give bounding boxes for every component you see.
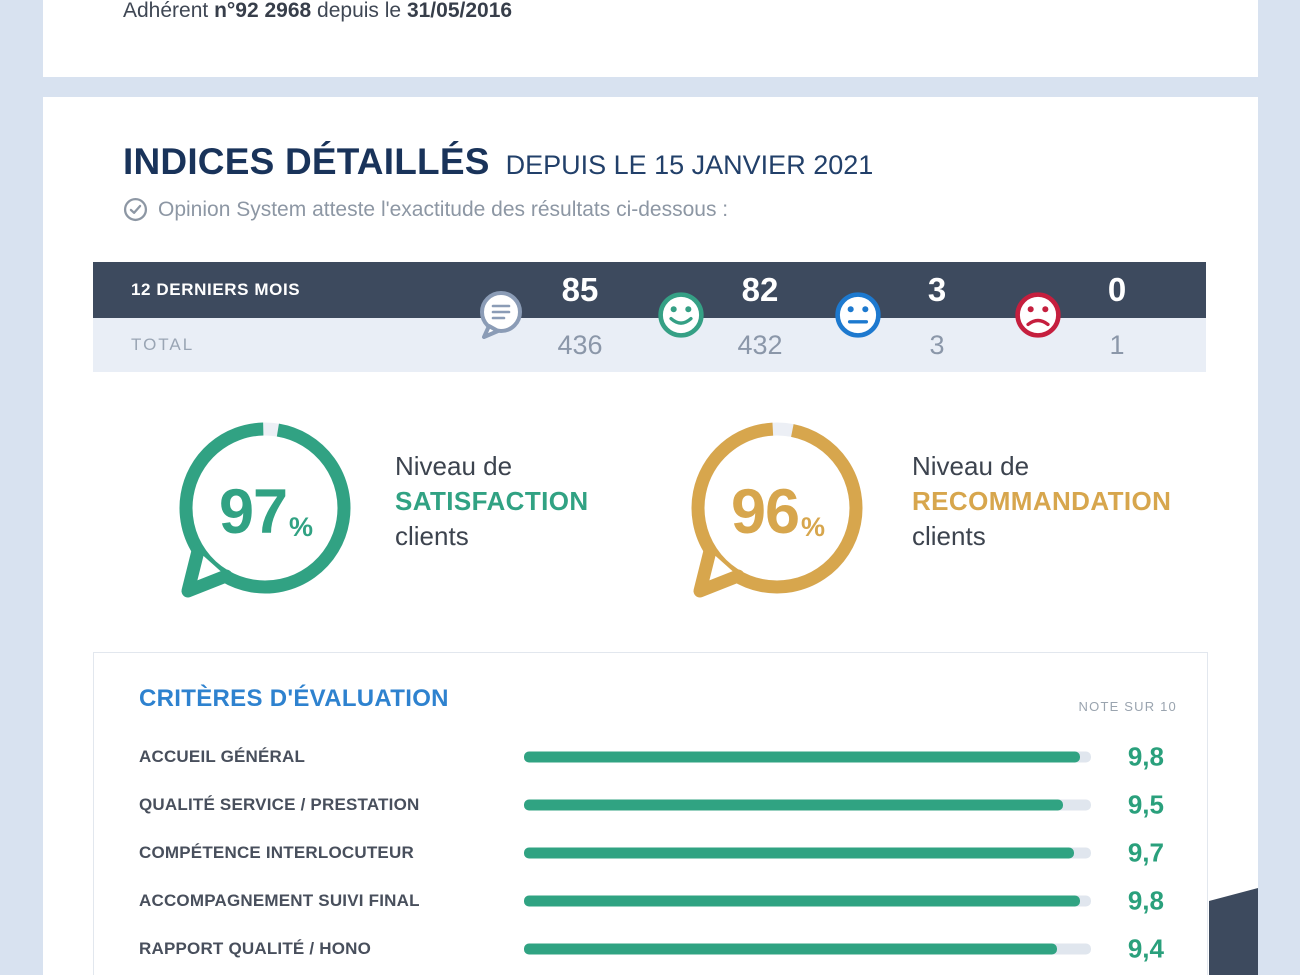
page: Adhérent n°92 2968 depuis le 31/05/2016 … [0,0,1300,975]
corner-graphic [1209,888,1258,975]
criteria-bar-fill [524,800,1063,811]
attestation-text: Opinion System atteste l'exactitude des … [158,198,728,222]
recommendation-caption: Niveau de RECOMMANDATION clients [912,449,1171,554]
criteria-score: 9,4 [1128,934,1164,965]
stat-total-value: 436 [557,318,602,372]
recommendation-caption-line2: RECOMMANDATION [912,484,1171,519]
indices-card: INDICES DÉTAILLÉS DEPUIS LE 15 JANVIER 2… [43,97,1258,975]
adherent-banner: Adhérent n°92 2968 depuis le 31/05/2016 [43,0,1258,77]
stats-row-total-label: TOTAL [131,318,194,372]
satisfaction-percent: 97% [160,476,370,548]
criteria-score: 9,5 [1128,790,1164,821]
recommendation-caption-line3: clients [912,519,1171,554]
criteria-label: ACCUEIL GÉNÉRAL [139,747,305,767]
stat-last12-value: 85 [562,262,599,318]
criteria-row: ACCUEIL GÉNÉRAL 9,8 [94,733,1207,781]
speech-bubble-icon [474,288,526,340]
adherent-middle: depuis le [311,0,407,22]
recommendation-percent: 96% [672,476,882,548]
criteria-bar-track [524,800,1091,811]
criteria-bar-fill [524,752,1080,763]
criteria-score: 9,8 [1128,742,1164,773]
criteria-scale-note: NOTE SUR 10 [1079,699,1177,714]
adherent-line: Adhérent n°92 2968 depuis le 31/05/2016 [123,0,512,25]
stat-total-value: 1 [1109,318,1124,372]
criteria-bar-fill [524,848,1074,859]
adherent-date: 31/05/2016 [407,0,512,22]
satisfaction-caption-line1: Niveau de [395,449,589,484]
stat-total-value: 432 [737,318,782,372]
criteria-bar-fill [524,944,1057,955]
criteria-panel: CRITÈRES D'ÉVALUATION NOTE SUR 10 ACCUEI… [93,652,1208,975]
recommendation-gauge: 96% [672,405,882,615]
criteria-row: RAPPORT QUALITÉ / HONO 9,4 [94,925,1207,973]
criteria-label: RAPPORT QUALITÉ / HONO [139,939,371,959]
satisfaction-caption: Niveau de SATISFACTION clients [395,449,589,554]
stats-table: 12 DERNIERS MOIS TOTAL 85436 82432 33 01 [93,262,1206,372]
criteria-bar-track [524,896,1091,907]
neutral-face-icon [835,292,881,338]
page-title: INDICES DÉTAILLÉS [123,141,490,183]
satisfaction-value: 97 [219,477,287,547]
page-subtitle: DEPUIS LE 15 JANVIER 2021 [506,150,874,181]
satisfaction-caption-line3: clients [395,519,589,554]
stat-last12-value: 0 [1108,262,1126,318]
adherent-prefix: Adhérent [123,0,214,22]
criteria-bar-track [524,944,1091,955]
criteria-rows: ACCUEIL GÉNÉRAL 9,8 QUALITÉ SERVICE / PR… [94,733,1207,973]
sad-face-icon [1015,292,1061,338]
percent-sign: % [801,512,825,542]
criteria-label: ACCOMPAGNEMENT SUIVI FINAL [139,891,420,911]
attestation-line: Opinion System atteste l'exactitude des … [123,197,728,222]
percent-sign: % [289,512,313,542]
criteria-score: 9,7 [1128,838,1164,869]
criteria-row: ACCOMPAGNEMENT SUIVI FINAL 9,8 [94,877,1207,925]
stats-row-last12-label: 12 DERNIERS MOIS [131,262,300,318]
stat-total-value: 3 [929,318,944,372]
recommendation-caption-line1: Niveau de [912,449,1171,484]
happy-face-icon [658,292,704,338]
criteria-bar-track [524,848,1091,859]
criteria-row: QUALITÉ SERVICE / PRESTATION 9,5 [94,781,1207,829]
criteria-title: CRITÈRES D'ÉVALUATION [139,685,449,713]
criteria-bar-track [524,752,1091,763]
adherent-number: n°92 2968 [214,0,311,22]
criteria-label: COMPÉTENCE INTERLOCUTEUR [139,843,414,863]
satisfaction-caption-line2: SATISFACTION [395,484,589,519]
criteria-label: QUALITÉ SERVICE / PRESTATION [139,795,419,815]
criteria-bar-fill [524,896,1080,907]
recommendation-value: 96 [731,477,799,547]
stat-last12-value: 3 [928,262,946,318]
satisfaction-gauge: 97% [160,405,370,615]
stat-last12-value: 82 [742,262,779,318]
check-circle-icon [123,197,148,222]
criteria-score: 9,8 [1128,886,1164,917]
criteria-row: COMPÉTENCE INTERLOCUTEUR 9,7 [94,829,1207,877]
section-header: INDICES DÉTAILLÉS DEPUIS LE 15 JANVIER 2… [123,141,873,183]
